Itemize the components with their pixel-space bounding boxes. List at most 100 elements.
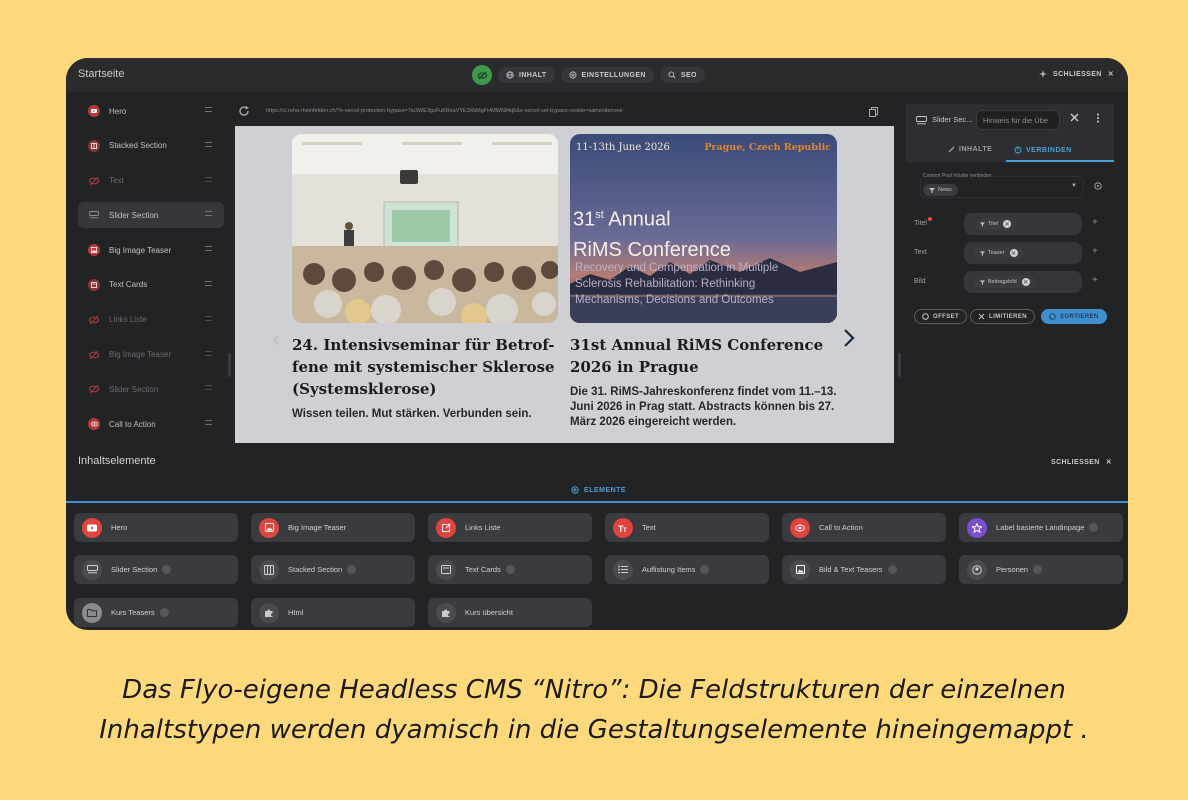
sidebar-item-text[interactable]: Text <box>78 168 224 194</box>
resize-handle-right[interactable] <box>898 353 901 377</box>
element-tile[interactable]: T T Text <box>605 513 769 542</box>
external-link-icon <box>436 517 456 538</box>
field-mapping-text[interactable]: Teaser ✕ <box>964 242 1082 264</box>
sort-button[interactable]: SORTIEREN <box>1041 309 1107 324</box>
pool-chip[interactable]: News <box>923 184 958 196</box>
sidebar-item-big-image-teaser-hidden[interactable]: Big Image Teaser <box>78 342 224 368</box>
offset-button[interactable]: OFFSET <box>914 309 968 324</box>
tab-seo[interactable]: SEO <box>659 67 705 83</box>
element-tile[interactable]: Bild & Text Teasers <box>782 555 946 584</box>
remove-icon[interactable]: ✕ <box>1003 220 1012 228</box>
offset-icon <box>922 313 929 320</box>
tab-verbinden[interactable]: VERBINDEN <box>1014 146 1072 154</box>
element-tile[interactable]: Kurs Teasers <box>74 598 238 627</box>
sidebar-item-slider-section-hidden[interactable]: Slider Section <box>78 376 224 402</box>
sidebar-item-label: Slider Section <box>109 210 159 220</box>
image-icon <box>259 517 279 538</box>
list-icon <box>613 559 633 580</box>
element-tile[interactable]: Stacked Section <box>251 555 415 584</box>
drag-handle-icon[interactable] <box>205 420 212 426</box>
drag-handle-icon[interactable] <box>205 141 212 147</box>
drag-handle-icon[interactable] <box>205 176 212 182</box>
drag-handle-icon[interactable] <box>205 315 212 321</box>
reload-icon[interactable] <box>238 105 250 117</box>
element-tile[interactable]: Links Liste <box>428 513 592 542</box>
element-tile-label: Call to Action <box>819 523 863 532</box>
card2-text: Die 31. RiMS-Jahreskonferenz findet vom … <box>570 385 837 430</box>
info-badge-icon[interactable] <box>162 565 172 574</box>
slider-prev-button[interactable]: ‹ <box>273 329 280 352</box>
hint-input[interactable]: Hinweis für die Übe <box>976 110 1060 130</box>
drag-handle-icon[interactable] <box>205 107 212 112</box>
field-mapping-bild[interactable]: Beitragsbild ✕ <box>964 271 1082 293</box>
visibility-toggle-button[interactable] <box>472 65 492 85</box>
tab-inhalte[interactable]: INHALTE <box>948 146 992 153</box>
sidebar-item-big-image-teaser[interactable]: Big Image Teaser <box>78 237 224 263</box>
add-mapping-button[interactable]: + <box>1092 275 1098 286</box>
card1-title[interactable]: 24. Intensivseminar für Betrof- fene mit… <box>292 334 555 400</box>
play-icon <box>82 517 102 538</box>
close-editor-label: SCHLIESSEN <box>1053 70 1102 78</box>
info-badge-icon[interactable] <box>887 565 897 574</box>
mapping-chip[interactable]: Teaser ✕ <box>974 247 1024 259</box>
limit-button[interactable]: LIMITIEREN <box>970 309 1035 324</box>
info-badge-icon[interactable] <box>1089 523 1099 532</box>
close-drawer-button[interactable]: SCHLIESSEN ✕ <box>1051 458 1112 467</box>
link-icon <box>1014 146 1022 154</box>
tab-elemente[interactable]: ELEMENTE <box>571 486 626 494</box>
slider-icon <box>88 209 100 221</box>
sidebar-item-text-cards[interactable]: Text Cards <box>78 272 224 298</box>
close-editor-button[interactable]: SCHLIESSEN ✕ <box>1039 70 1114 78</box>
mapping-chip[interactable]: Titel ✕ <box>974 218 1018 230</box>
close-icon[interactable] <box>1070 113 1079 122</box>
element-tile[interactable]: Label basierte Landinpage <box>959 513 1123 542</box>
drag-handle-icon[interactable] <box>205 280 212 286</box>
sidebar-item-hero[interactable]: Hero <box>78 98 224 124</box>
info-badge-icon[interactable] <box>159 608 169 617</box>
drag-handle-icon[interactable] <box>205 385 212 391</box>
sidebar-item-call-to-action[interactable]: Call to Action <box>78 411 224 437</box>
chevron-down-icon[interactable]: ▼ <box>1071 183 1077 189</box>
seminar-photo <box>292 134 558 323</box>
preview-url[interactable]: https://ci.reha-rheinfelden.ch/?x-vercel… <box>266 108 846 114</box>
page-preview: 11-13th June 2026 Prague, Czech Republic… <box>235 126 894 443</box>
sidebar-item-links-liste[interactable]: Links Liste <box>78 307 224 333</box>
remove-icon[interactable]: ✕ <box>1021 278 1030 286</box>
drag-handle-icon[interactable] <box>205 246 212 252</box>
card2-text-line: Juni 2026 in Prag statt. Abstracts könne… <box>570 401 835 413</box>
element-tile[interactable]: Slider Section <box>74 555 238 584</box>
info-badge-icon[interactable] <box>505 565 515 574</box>
tab-einstellungen[interactable]: EINSTELLUNGEN <box>560 67 654 83</box>
card2-title[interactable]: 31st Annual RiMS Conference 2026 in Prag… <box>570 334 823 378</box>
field-label-bild: Bild <box>914 278 926 285</box>
copy-icon[interactable] <box>869 107 878 117</box>
element-tile-label: Links Liste <box>465 523 501 532</box>
remove-icon[interactable]: ✕ <box>1009 249 1018 257</box>
sidebar-item-slider-section[interactable]: Slider Section <box>78 202 224 229</box>
element-tile[interactable]: Big Image Teaser <box>251 513 415 542</box>
add-mapping-button[interactable]: + <box>1092 217 1098 228</box>
field-label-titel: Titel <box>914 220 927 227</box>
field-mapping-titel[interactable]: Titel ✕ <box>964 213 1082 235</box>
drag-handle-icon[interactable] <box>205 211 212 217</box>
element-tile[interactable]: Html <box>251 598 415 627</box>
info-badge-icon[interactable] <box>700 565 710 574</box>
info-badge-icon[interactable] <box>347 565 357 574</box>
element-tile[interactable]: Hero <box>74 513 238 542</box>
tab-inhalt[interactable]: INHALT <box>498 67 555 83</box>
card-icon <box>436 559 456 580</box>
slider-next-button[interactable] <box>842 327 856 349</box>
element-tile[interactable]: Text Cards <box>428 555 592 584</box>
add-mapping-button[interactable]: + <box>1092 246 1098 257</box>
element-tile[interactable]: Call to Action <box>782 513 946 542</box>
resize-handle-left[interactable] <box>228 353 231 377</box>
element-tile[interactable]: Auflistung Items <box>605 555 769 584</box>
info-icon[interactable] <box>1094 182 1102 190</box>
more-vertical-icon[interactable] <box>1096 113 1100 123</box>
mapping-chip[interactable]: Beitragsbild ✕ <box>974 276 1036 288</box>
element-tile[interactable]: Kurs übersicht <box>428 598 592 627</box>
info-badge-icon[interactable] <box>1033 565 1043 574</box>
element-tile[interactable]: Personen <box>959 555 1123 584</box>
drag-handle-icon[interactable] <box>205 350 212 356</box>
sidebar-item-stacked-section[interactable]: Stacked Section <box>78 133 224 159</box>
